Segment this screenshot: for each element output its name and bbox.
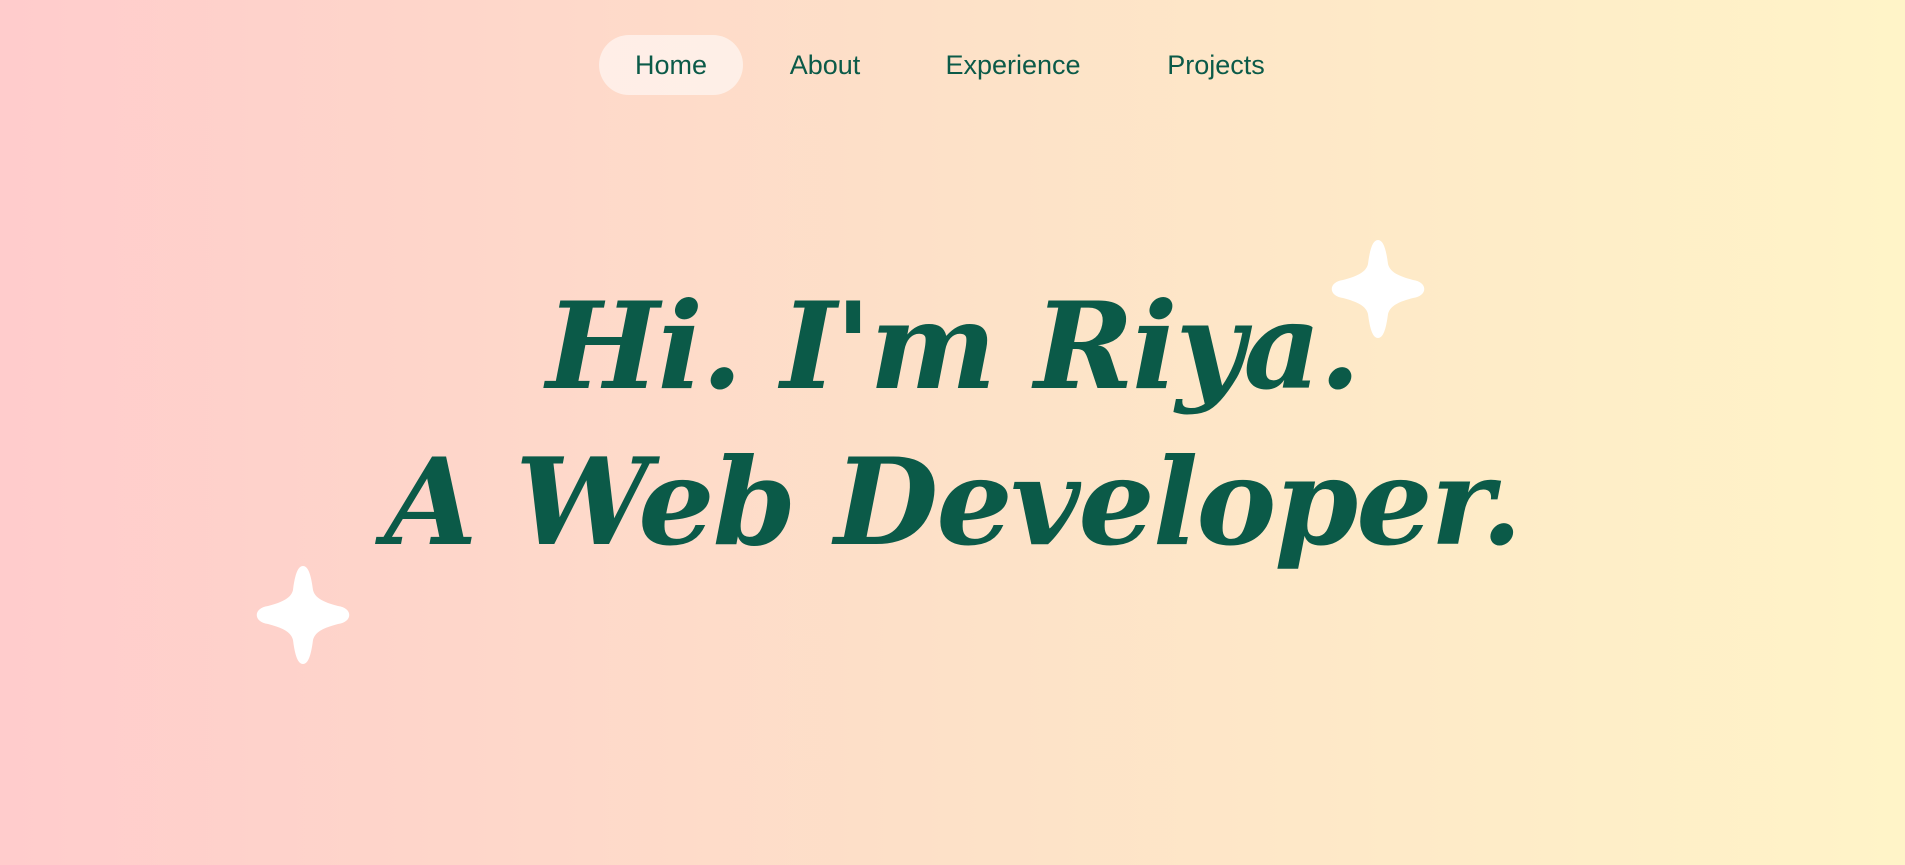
nav-home[interactable]: Home (599, 35, 743, 95)
sparkle-icon (1331, 240, 1425, 338)
hero-greeting: Hi. I'm Riya. (546, 276, 1361, 417)
main-nav: Home About Experience Projects (0, 35, 1905, 95)
nav-projects[interactable]: Projects (1153, 35, 1279, 95)
nav-about[interactable]: About (778, 35, 872, 95)
sparkle-icon (256, 566, 350, 664)
hero-role: A Web Developer. (384, 432, 1522, 573)
nav-experience[interactable]: Experience (934, 35, 1092, 95)
